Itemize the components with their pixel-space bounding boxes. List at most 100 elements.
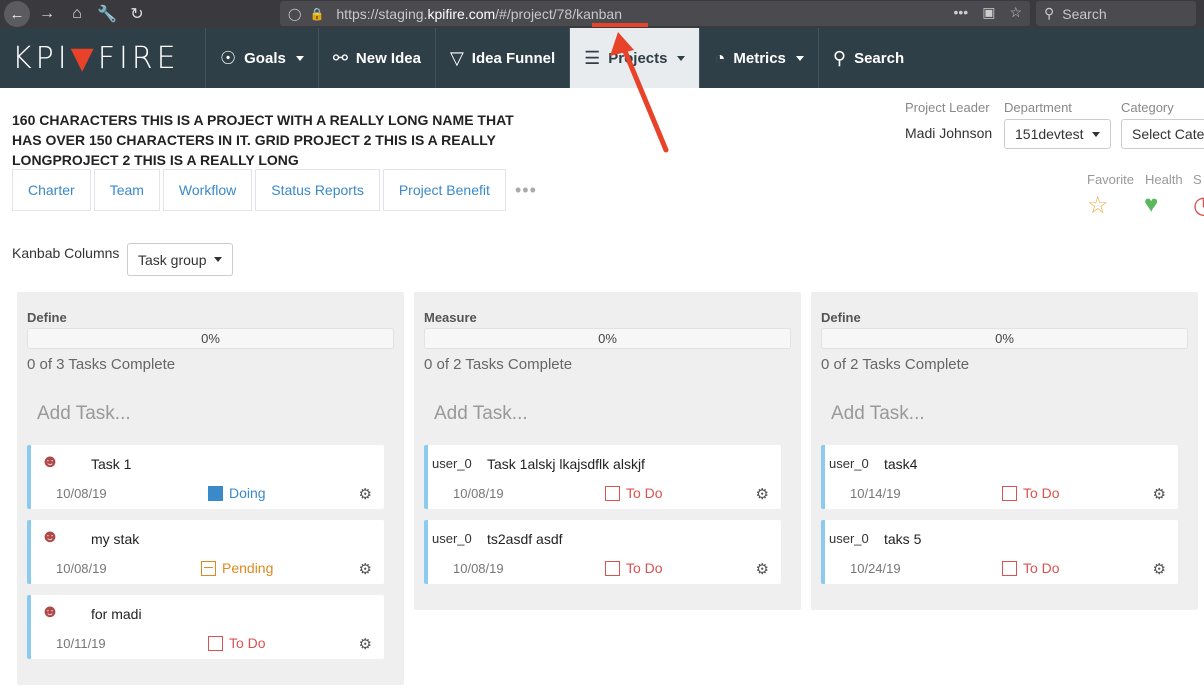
column-progress-bar: 0%	[821, 328, 1188, 349]
gear-icon[interactable]: ⚙	[756, 560, 769, 578]
avatar: ☻	[40, 601, 60, 621]
task-owner: user_0	[432, 531, 472, 546]
status-badge[interactable]: Pending	[201, 560, 273, 576]
status-todo-icon	[1002, 560, 1017, 576]
gear-icon[interactable]: ⚙	[359, 485, 372, 503]
task-name: Task 1	[91, 456, 132, 472]
more-icon[interactable]: •••	[953, 4, 968, 21]
add-task-input[interactable]: Add Task...	[424, 395, 791, 433]
tab-status-reports[interactable]: Status Reports	[255, 169, 380, 211]
home-icon[interactable]: ⌂	[62, 0, 92, 28]
department-dropdown[interactable]: 151devtest	[1004, 119, 1111, 149]
kpifire-logo[interactable]: KPI ▼ FIRE	[0, 28, 206, 88]
gear-icon[interactable]: ⚙	[1153, 560, 1166, 578]
category-dropdown[interactable]: Select Cate	[1121, 119, 1204, 149]
status-label: S	[1193, 172, 1202, 187]
browser-search-input[interactable]: ⚲ Search	[1036, 1, 1196, 26]
favorite-label: Favorite	[1087, 172, 1134, 187]
gear-icon[interactable]: ⚙	[359, 560, 372, 578]
nav-new-idea[interactable]: ⚯ New Idea	[319, 28, 436, 88]
tab-team[interactable]: Team	[93, 169, 160, 211]
kanban-column-define: Define 0% 0 of 3 Tasks Complete Add Task…	[17, 292, 404, 685]
column-complete-count: 0 of 3 Tasks Complete	[27, 356, 176, 373]
status-badge[interactable]: To Do	[1002, 485, 1060, 501]
column-title: Define	[821, 310, 861, 325]
search-icon: ⚲	[832, 47, 847, 68]
health-label: Health	[1145, 172, 1183, 187]
avatar: ☻	[40, 451, 60, 471]
health-heart-icon[interactable]: ♥	[1144, 191, 1158, 219]
nav-metrics[interactable]: ◔ Metrics	[700, 28, 819, 88]
task-card[interactable]: ☻ for madi 10/11/19 To Do ⚙	[27, 595, 384, 659]
task-card[interactable]: ☻ Task 1 10/08/19 Doing ⚙	[27, 445, 384, 509]
column-title: Measure	[424, 310, 477, 325]
task-date: 10/08/19	[56, 561, 107, 576]
tab-charter[interactable]: Charter	[12, 169, 91, 211]
tab-workflow[interactable]: Workflow	[162, 169, 253, 211]
pocket-icon[interactable]: ▣	[982, 4, 995, 21]
more-tabs-icon[interactable]: •••	[515, 180, 537, 201]
reload-icon[interactable]: ↻	[122, 0, 152, 28]
kanban-column-measure: Measure 0% 0 of 2 Tasks Complete Add Tas…	[414, 292, 801, 610]
gear-icon[interactable]: ⚙	[359, 635, 372, 653]
task-date: 10/24/19	[850, 561, 901, 576]
column-title: Define	[27, 310, 67, 325]
tab-project-benefit[interactable]: Project Benefit	[382, 169, 506, 211]
column-complete-count: 0 of 2 Tasks Complete	[821, 356, 970, 373]
favorite-star-icon[interactable]: ☆	[1087, 191, 1109, 220]
column-complete-count: 0 of 2 Tasks Complete	[424, 356, 573, 373]
task-card[interactable]: user_0 taks 5 10/24/19 To Do ⚙	[821, 520, 1178, 584]
status-badge[interactable]: To Do	[1002, 560, 1060, 576]
back-icon[interactable]: ←	[4, 1, 30, 27]
nav-goals[interactable]: ☉ Goals	[206, 28, 319, 88]
add-task-input[interactable]: Add Task...	[821, 395, 1188, 433]
url-text[interactable]: https://staging.kpifire.com/#/project/78…	[336, 6, 622, 22]
task-owner: user_0	[829, 531, 869, 546]
task-card[interactable]: user_0 Task 1alskj lkajsdflk alskjf 10/0…	[424, 445, 781, 509]
task-name: Task 1alskj lkajsdflk alskjf	[487, 456, 645, 472]
status-todo-icon	[208, 635, 223, 651]
task-name: task4	[884, 456, 918, 472]
wrench-icon[interactable]: 🔧	[92, 0, 122, 28]
task-date: 10/14/19	[850, 486, 901, 501]
status-badge[interactable]: To Do	[605, 485, 663, 501]
task-date: 10/11/19	[56, 636, 106, 651]
status-badge[interactable]: To Do	[208, 635, 266, 651]
task-name: ts2asdf asdf	[487, 531, 563, 547]
status-todo-icon	[605, 485, 620, 501]
status-pending-icon	[201, 560, 216, 576]
status-badge[interactable]: To Do	[605, 560, 663, 576]
nav-idea-funnel[interactable]: ▽ Idea Funnel	[436, 28, 571, 88]
department-field: Department 151devtest	[1004, 100, 1111, 149]
project-title: 160 CHARACTERS THIS IS A PROJECT WITH A …	[12, 112, 514, 168]
gauge-icon: ◔	[714, 47, 726, 68]
task-name: taks 5	[884, 531, 922, 547]
status-badge[interactable]: Doing	[208, 485, 266, 501]
shield-icon[interactable]: ◯	[288, 7, 301, 21]
search-icon: ⚲	[1044, 5, 1055, 21]
project-tabs: Charter Team Workflow Status Reports Pro…	[12, 169, 506, 211]
task-name: for madi	[91, 606, 142, 622]
status-todo-icon	[605, 560, 620, 576]
bookmark-star-icon[interactable]: ☆	[1009, 4, 1022, 21]
task-card[interactable]: ☻ my stak 10/08/19 Pending ⚙	[27, 520, 384, 584]
kanban-group-dropdown[interactable]: Task group	[127, 243, 234, 276]
gear-icon[interactable]: ⚙	[756, 485, 769, 503]
task-name: my stak	[91, 531, 140, 547]
lock-icon: 🔒	[309, 6, 325, 21]
status-todo-icon	[1002, 485, 1017, 501]
column-progress-bar: 0%	[27, 328, 394, 349]
add-task-input[interactable]: Add Task...	[27, 395, 394, 433]
nav-search[interactable]: ⚲ Search	[819, 28, 918, 88]
task-card[interactable]: user_0 ts2asdf asdf 10/08/19 To Do ⚙	[424, 520, 781, 584]
task-card[interactable]: user_0 task4 10/14/19 To Do ⚙	[821, 445, 1178, 509]
compass-icon: ☉	[220, 47, 237, 68]
task-date: 10/08/19	[453, 486, 504, 501]
task-owner: user_0	[432, 456, 472, 471]
annotation-arrow	[592, 23, 669, 153]
status-clock-icon[interactable]: ◷	[1193, 191, 1204, 220]
task-date: 10/08/19	[56, 486, 107, 501]
gear-icon[interactable]: ⚙	[1153, 485, 1166, 503]
forward-icon[interactable]: →	[32, 0, 62, 28]
status-doing-icon	[208, 485, 223, 501]
